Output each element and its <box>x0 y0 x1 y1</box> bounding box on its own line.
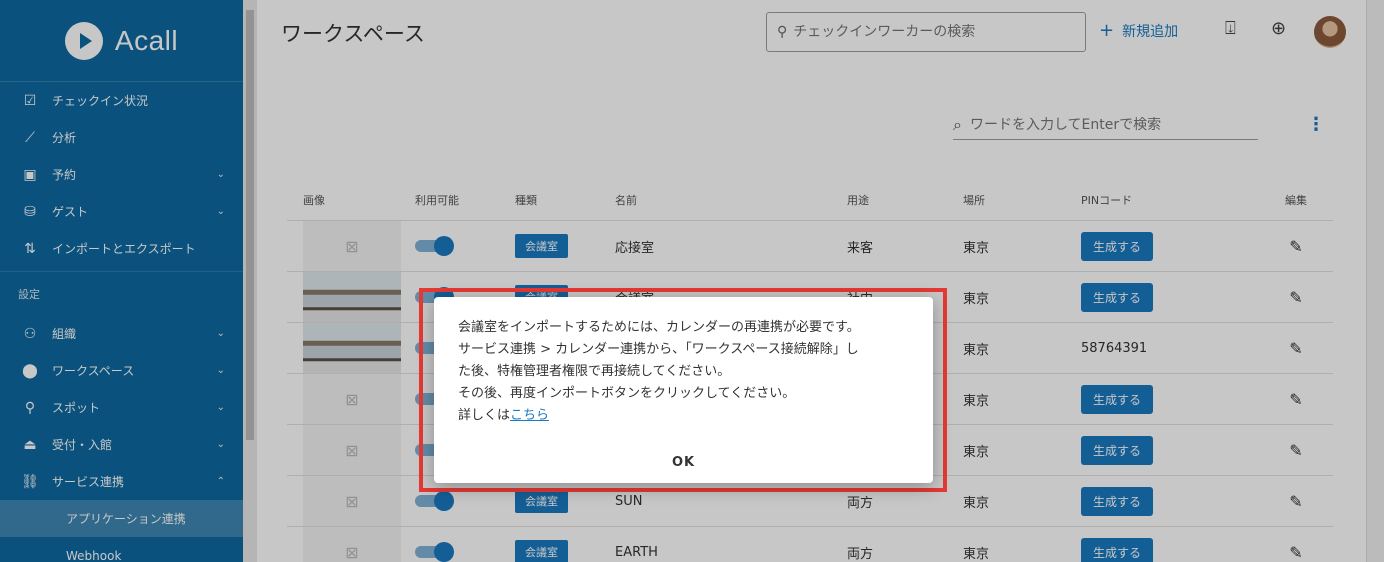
dialog-line: サービス連携 > カレンダー連携から、「ワークスペース接続解除」し <box>458 342 859 357</box>
dialog-line: た後、特権管理者権限で再接続してください。 <box>458 364 731 379</box>
dialog-line: その後、再度インポートボタンをクリックしてください。 <box>458 386 796 401</box>
dialog-message: 会議室をインポートするためには、カレンダーの再連携が必要です。 サービス連携 >… <box>458 317 918 427</box>
dialog-line: 詳しくはこちら <box>458 405 918 427</box>
details-link[interactable]: こちら <box>510 408 549 423</box>
ok-button[interactable]: OK <box>434 455 933 470</box>
reconnect-dialog: 会議室をインポートするためには、カレンダーの再連携が必要です。 サービス連携 >… <box>434 297 933 483</box>
dialog-line-prefix: 詳しくは <box>458 408 511 423</box>
dialog-line: 会議室をインポートするためには、カレンダーの再連携が必要です。 <box>458 320 860 335</box>
